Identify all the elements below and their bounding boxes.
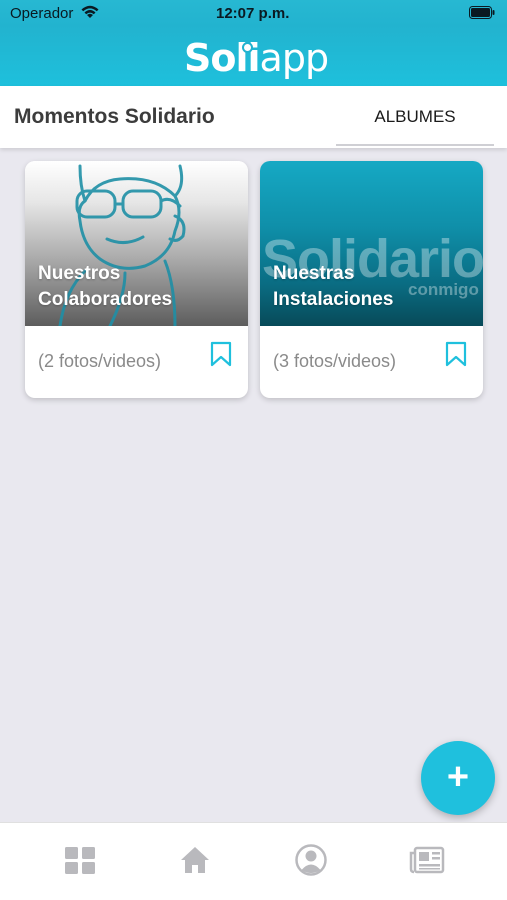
page-title: Momentos Solidario: [14, 105, 215, 128]
carrier-label: Operador: [10, 5, 74, 22]
add-button[interactable]: +: [421, 741, 495, 815]
album-title-line1: Nuestros: [38, 263, 121, 284]
album-title: Nuestras Instalaciones: [273, 261, 473, 313]
battery-icon: [469, 6, 495, 23]
app-header: Soliapp: [0, 26, 507, 86]
profile-icon[interactable]: [294, 843, 328, 877]
bookmark-icon[interactable]: [445, 341, 467, 372]
album-title-line2: Instalaciones: [273, 289, 394, 310]
album-card[interactable]: Solidario conmigo Nuestras Instalaciones…: [260, 161, 483, 398]
tab-bar: Momentos Solidario ALBUMES: [0, 86, 507, 148]
album-title: Nuestros Colaboradores: [38, 261, 238, 313]
logo-dot: [242, 42, 253, 53]
status-bar: Operador 12:07 p.m.: [0, 0, 507, 26]
album-count: (3 fotos/videos): [273, 351, 397, 371]
album-title-line2: Colaboradores: [38, 289, 173, 310]
clock: 12:07 p.m.: [216, 5, 290, 22]
album-title-line1: Nuestras: [273, 263, 355, 284]
wifi-icon: [80, 4, 100, 24]
logo-part2: app: [259, 36, 330, 80]
album-card[interactable]: Nuestros Colaboradores (2 fotos/videos): [25, 161, 248, 398]
home-icon[interactable]: [178, 843, 212, 877]
news-icon[interactable]: [409, 843, 445, 877]
bookmark-icon[interactable]: [210, 341, 232, 372]
bottom-nav: [0, 822, 507, 900]
album-count: (2 fotos/videos): [38, 351, 162, 371]
soliapp-logo: Soliapp: [184, 36, 330, 80]
tab-albumes[interactable]: ALBUMES: [336, 86, 494, 146]
grid-icon[interactable]: [63, 843, 97, 877]
